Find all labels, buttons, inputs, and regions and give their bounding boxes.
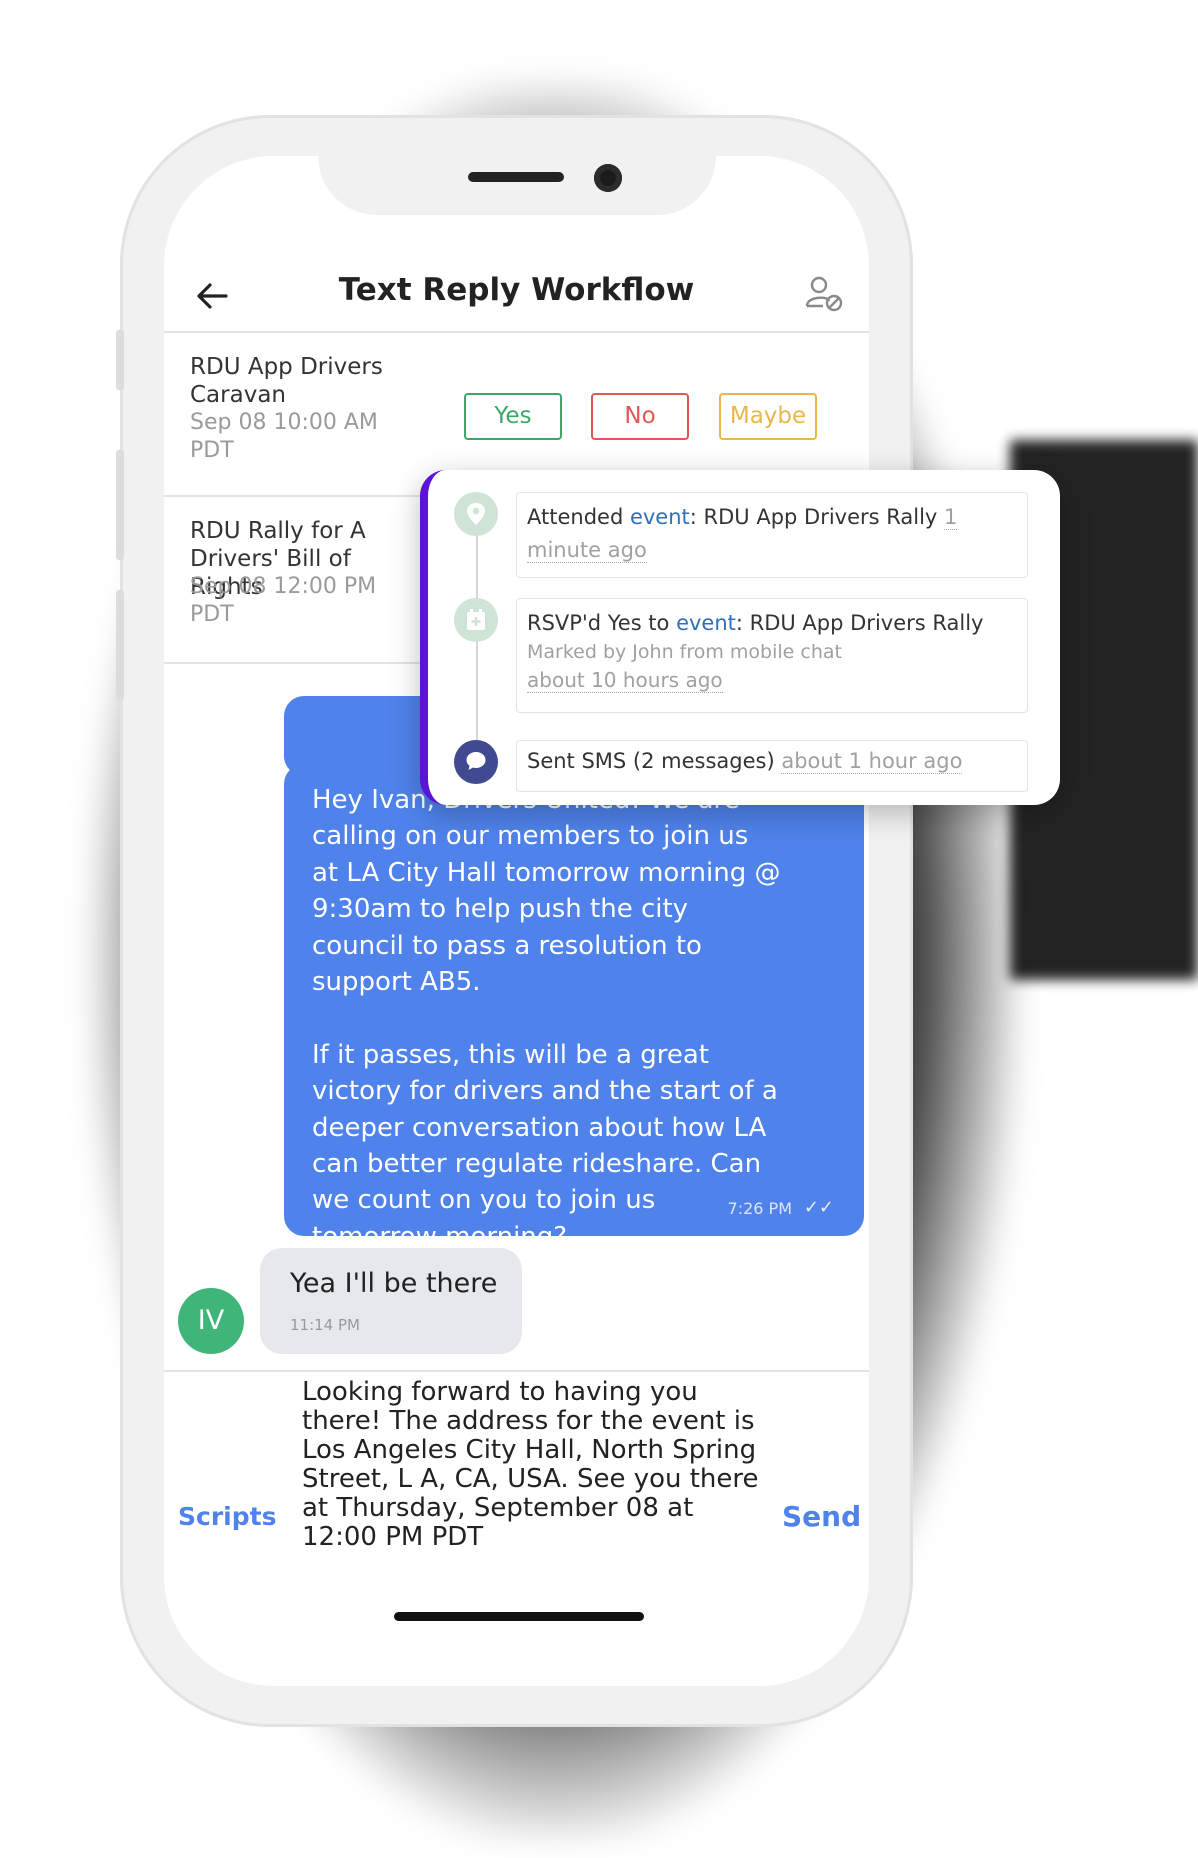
event-link[interactable]: event bbox=[630, 505, 690, 529]
rsvp-maybe-button[interactable]: Maybe bbox=[719, 393, 817, 440]
phone-screen: Text Reply Workflow Hey Ivan, Drivers Un… bbox=[164, 156, 869, 1686]
event-date: Sep 08 10:00 AM PDT bbox=[190, 410, 378, 463]
event-name: RDU App Drivers Caravan bbox=[190, 354, 383, 408]
phone-volume-up bbox=[116, 450, 124, 560]
speaker bbox=[468, 172, 564, 182]
timeline-item-prefix: RSVP'd Yes to bbox=[527, 611, 677, 635]
incoming-message-bubble: Yea I'll be there 11:14 PM bbox=[260, 1248, 522, 1354]
timeline-item-prefix: Attended bbox=[527, 505, 630, 529]
location-pin-icon bbox=[454, 492, 498, 536]
home-indicator bbox=[394, 1612, 644, 1621]
timeline-item: Attended event: RDU App Drivers Rally 1 … bbox=[516, 492, 1028, 578]
timeline-item-time: about 1 hour ago bbox=[781, 749, 963, 774]
event-link[interactable]: event bbox=[676, 611, 736, 635]
calendar-icon bbox=[454, 598, 498, 642]
rsvp-no-button[interactable]: No bbox=[591, 393, 689, 440]
timeline-item: RSVP'd Yes to event: RDU App Drivers Ral… bbox=[516, 598, 1028, 713]
phone-silent-switch bbox=[116, 330, 124, 390]
outgoing-message-text: Hey Ivan, Drivers United! We are calling… bbox=[312, 785, 781, 1252]
timeline-item-note: Marked by John from mobile chat bbox=[527, 641, 842, 663]
incoming-message-time: 11:14 PM bbox=[290, 1316, 360, 1334]
timeline-item-suffix: : RDU App Drivers Rally bbox=[735, 611, 984, 635]
timeline-item-prefix: Sent SMS (2 messages) bbox=[527, 749, 782, 773]
scripts-button[interactable]: Scripts bbox=[178, 1502, 276, 1531]
phone-volume-down bbox=[116, 590, 124, 700]
outgoing-message-bubble: Hey Ivan, Drivers United! We are calling… bbox=[284, 764, 864, 1252]
event-date: Sep 08 12:00 PM PDT bbox=[190, 574, 377, 627]
notch bbox=[318, 156, 716, 215]
rsvp-yes-button[interactable]: Yes bbox=[464, 393, 562, 440]
camera bbox=[594, 164, 622, 192]
timeline-item-suffix: : RDU App Drivers Rally bbox=[689, 505, 945, 529]
message-input[interactable]: Looking forward to having you there! The… bbox=[302, 1378, 762, 1552]
app-header: Text Reply Workflow bbox=[164, 256, 869, 333]
message-composer: Scripts Looking forward to having you th… bbox=[164, 1370, 869, 1572]
timeline-line bbox=[476, 530, 478, 760]
avatar: IV bbox=[178, 1288, 244, 1354]
timeline-item: Sent SMS (2 messages) about 1 hour ago bbox=[516, 740, 1028, 792]
chat-bubble-icon bbox=[454, 740, 498, 784]
send-button[interactable]: Send bbox=[782, 1500, 861, 1533]
timeline-item-time: about 10 hours ago bbox=[527, 668, 723, 693]
incoming-message-text: Yea I'll be there bbox=[290, 1268, 498, 1299]
activity-timeline-card: Attended event: RDU App Drivers Rally 1 … bbox=[420, 470, 1060, 805]
outgoing-message-time: 7:26 PM bbox=[727, 1199, 792, 1218]
double-check-icon: ✓✓ bbox=[803, 1197, 834, 1218]
user-block-icon[interactable] bbox=[804, 274, 844, 314]
page-title: Text Reply Workflow bbox=[338, 272, 695, 308]
